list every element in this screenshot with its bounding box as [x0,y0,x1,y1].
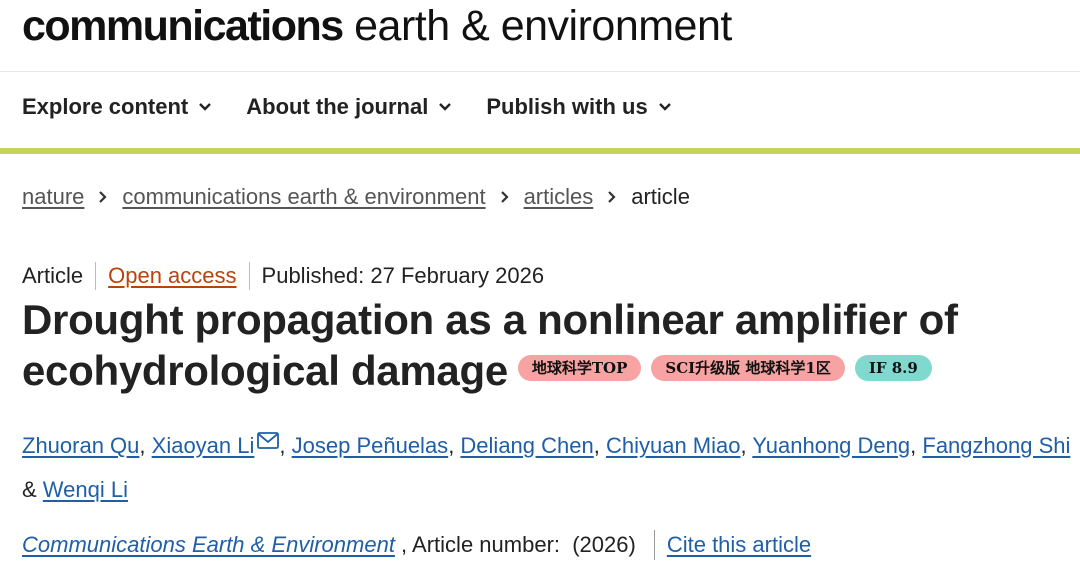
published-date: Published: 27 February 2026 [261,263,545,288]
author-link[interactable]: Zhuoran Qu [22,433,139,458]
open-access-link[interactable]: Open access [108,263,236,289]
cite-divider [653,530,655,560]
badge-earth-science-top: 地球科学TOP [517,354,642,381]
citation-line: Communications Earth & Environment , Art… [22,530,811,560]
main-nav: Explore content About the journal Publis… [22,94,672,120]
author-list: Zhuoran Qu, Xiaoyan Li, Josep Peñuelas, … [22,420,1072,512]
nav-explore-content[interactable]: Explore content [22,94,212,120]
author-link[interactable]: Yuanhong Deng [752,433,910,458]
author-separator: & [22,477,43,502]
article-type: Article [22,263,84,288]
breadcrumb: nature communications earth & environmen… [22,184,690,210]
author-separator: , [910,433,923,458]
author-link[interactable]: Deliang Chen [460,433,593,458]
nav-about-journal[interactable]: About the journal [246,94,452,120]
author-link[interactable]: Xiaoyan Li [152,433,255,458]
author-link[interactable]: Chiyuan Miao [606,433,741,458]
journal-link[interactable]: Communications Earth & Environment [22,532,395,558]
breadcrumb-articles[interactable]: articles [524,184,594,210]
chevron-down-icon [658,103,671,111]
author-separator: , [448,433,461,458]
badge-impact-factor: IF 8.9 [854,354,932,381]
cite-this-article-link[interactable]: Cite this article [667,532,811,558]
chevron-right-icon [500,190,510,204]
badge-sci-zone: SCI升级版 地球科学1区 [651,354,845,381]
chevron-right-icon [98,190,108,204]
author-separator: , [593,433,606,458]
meta-divider [248,262,250,290]
journal-logo[interactable]: communications earth & environment [22,2,732,62]
breadcrumb-journal[interactable]: communications earth & environment [122,184,485,210]
brand-name-bold: communications [22,2,344,50]
article-meta: Article Open access Published: 27 Februa… [22,262,544,290]
author-link[interactable]: Josep Peñuelas [292,433,449,458]
nav-label: Publish with us [486,94,648,119]
nav-label: About the journal [246,94,429,119]
breadcrumb-current: article [631,184,690,209]
article-number: , Article number: (2026) [394,532,636,557]
accent-bar [0,148,1080,154]
author-separator: , [279,433,292,458]
header-divider [0,71,1080,72]
author-separator: , [139,433,152,458]
chevron-right-icon [607,190,617,204]
article-title: Drought propagation as a nonlinear ampli… [22,294,1062,396]
nav-label: Explore content [22,94,189,119]
mail-icon[interactable] [257,420,280,464]
breadcrumb-nature[interactable]: nature [22,184,84,210]
brand-name-light: earth & environment [342,2,732,50]
author-separator: , [740,433,753,458]
chevron-down-icon [199,103,212,111]
chevron-down-icon [439,103,452,111]
author-link[interactable]: Fangzhong Shi [922,433,1070,458]
nav-publish-with-us[interactable]: Publish with us [486,94,671,120]
author-link[interactable]: Wenqi Li [43,477,128,502]
meta-divider [95,262,97,290]
